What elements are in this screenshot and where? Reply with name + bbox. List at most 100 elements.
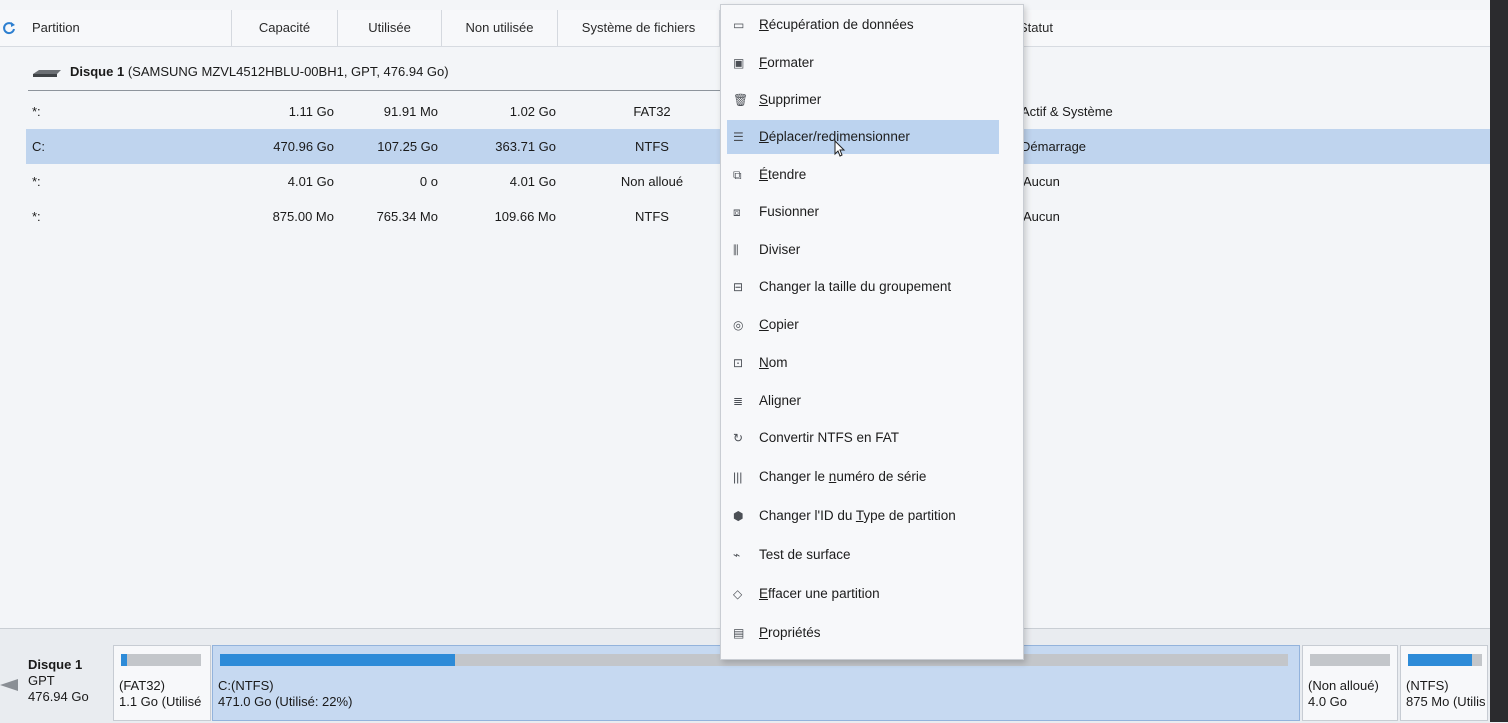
menu-item[interactable]: ⬢ Changer l'ID du Type de partition <box>727 499 999 533</box>
usage-bar <box>1408 654 1482 666</box>
disk-title: Disque 1 <box>70 64 125 79</box>
disk-map-type: GPT <box>28 673 55 688</box>
menu-item-label: Convertir NTFS en FAT <box>759 421 899 455</box>
menu-item[interactable]: ||| Changer le numéro de série <box>727 460 999 494</box>
menu-label-part: Fusionner <box>759 204 820 219</box>
data-recovery-icon: ▭ <box>733 18 745 32</box>
menu-label-part: Convertir NTFS en FAT <box>759 430 900 445</box>
cell-filesystem: FAT32 <box>633 104 671 119</box>
menu-label-part: Aligner <box>759 393 802 408</box>
menu-item[interactable]: ⊡ Nom <box>727 346 999 380</box>
format-icon: ▣ <box>733 56 745 70</box>
menu-item[interactable]: 🗑 Supprimer <box>727 83 999 117</box>
disk-map-size: 476.94 Go <box>28 689 89 704</box>
menu-label-part: Changer la taille du groupement <box>759 279 952 294</box>
align-icon: ≣ <box>733 394 744 408</box>
surface-test-icon: ⌁ <box>733 548 741 562</box>
menu-item[interactable]: ⫼ Diviser <box>727 233 999 267</box>
menu-item[interactable]: ▭ Récupération de données <box>727 8 999 42</box>
menu-label-part: Changer le <box>759 469 829 484</box>
refresh-icon[interactable] <box>2 21 16 35</box>
cell-used: 107.25 Go <box>377 139 438 154</box>
usage-bar <box>1310 654 1390 666</box>
menu-item-label: Changer la taille du groupement <box>759 270 951 304</box>
usage-fill <box>121 654 128 666</box>
menu-item[interactable]: ⧈ Fusionner <box>727 195 999 229</box>
menu-item-label: Aligner <box>759 384 801 418</box>
menu-mnemonic: E <box>759 586 769 601</box>
block-text: (Non alloué) 4.0 Go <box>1308 678 1379 710</box>
copy-icon: ◎ <box>733 318 744 332</box>
block-text: C:(NTFS) 471.0 Go (Utilisé: 22%) <box>218 678 352 710</box>
menu-item-label: Changer le numéro de série <box>759 460 926 494</box>
context-menu: ▭ Récupération de données ▣ Formater 🗑 Suppri… <box>720 4 1024 660</box>
col-filesystem[interactable]: Système de fichiers <box>558 10 720 46</box>
cell-status: Aucun <box>1023 209 1060 224</box>
label-icon: ⊡ <box>733 356 744 370</box>
menu-item[interactable]: ▤ Propriétés <box>727 616 999 650</box>
cell-capacity: 875.00 Mo <box>272 209 334 224</box>
col-status[interactable]: Statut <box>1010 10 1490 46</box>
disk-map-info[interactable]: Disque 1 GPT 476.94 Go <box>28 657 89 705</box>
menu-item-label: Nom <box>759 346 788 380</box>
disk-details: (SAMSUNG MZVL4512HBLU-00BH1, GPT, 476.94… <box>127 64 449 79</box>
cell-capacity: 1.11 Go <box>288 104 334 119</box>
menu-item[interactable]: ≣ Aligner <box>727 384 999 418</box>
window-edge <box>1490 0 1508 722</box>
cell-filesystem: NTFS <box>635 209 669 224</box>
cell-used: 91.91 Mo <box>383 104 438 119</box>
menu-label-part: tendre <box>768 167 807 182</box>
menu-item-label: Diviser <box>759 233 800 267</box>
partition-manager-window: Partition Capacité Utilisée Non utilisée… <box>0 0 1490 723</box>
menu-item-label: Changer l'ID du Type de partition <box>759 499 956 533</box>
menu-label-part: ormater <box>767 55 814 70</box>
menu-item[interactable]: ⧉ Étendre <box>727 158 999 192</box>
hard-disk-icon <box>33 70 61 77</box>
cell-filesystem: NTFS <box>635 139 669 154</box>
extend-icon: ⧉ <box>733 168 742 182</box>
menu-item-label: Effacer une partition <box>759 577 880 611</box>
menu-item[interactable]: ◎ Copier <box>727 308 999 342</box>
cell-unused: 109.66 Mo <box>494 209 556 224</box>
menu-item[interactable]: ⌁ Test de surface <box>727 538 999 572</box>
menu-item[interactable]: ▣ Formater <box>727 46 999 80</box>
menu-label-part: Diviser <box>759 242 801 257</box>
menu-item[interactable]: ↻ Convertir NTFS en FAT <box>727 421 999 455</box>
merge-icon: ⧈ <box>733 205 741 219</box>
usage-bar <box>121 654 201 666</box>
col-unused[interactable]: Non utilisée <box>442 10 558 46</box>
menu-label-part: Test de surface <box>759 547 851 562</box>
trash-icon: 🗑 <box>733 93 749 107</box>
diskmap-block-fat32[interactable]: (FAT32) 1.1 Go (Utilisé <box>113 645 211 721</box>
split-icon: ⫼ <box>733 243 739 257</box>
cell-status: Démarrage <box>1021 139 1087 154</box>
col-used[interactable]: Utilisée <box>338 10 442 46</box>
menu-item-label: Récupération de données <box>759 8 914 42</box>
menu-item[interactable]: ☰ Déplacer/redimensionner <box>727 120 999 154</box>
col-capacity[interactable]: Capacité <box>232 10 338 46</box>
block-size: 1.1 Go (Utilisé <box>119 694 202 709</box>
menu-label-part: opier <box>768 317 799 332</box>
diskmap-block-ntfs[interactable]: (NTFS) 875 Mo (Utilis <box>1400 645 1488 721</box>
menu-mnemonic: R <box>759 17 769 32</box>
disk-arrow-icon <box>0 679 18 691</box>
partition-type-icon: ⬢ <box>733 509 744 523</box>
menu-item-label: Copier <box>759 308 799 342</box>
menu-mnemonic: F <box>759 55 768 70</box>
cell-partition: *: <box>32 104 41 119</box>
menu-mnemonic: D <box>759 129 769 144</box>
cluster-size-icon: ⊟ <box>733 280 744 294</box>
menu-item[interactable]: ◇ Effacer une partition <box>727 577 999 611</box>
block-fs: C:(NTFS) <box>218 678 274 693</box>
disk-header-row[interactable]: Disque 1 (SAMSUNG MZVL4512HBLU-00BH1, GP… <box>28 56 728 91</box>
cell-capacity: 4.01 Go <box>287 174 334 189</box>
menu-item-label: Test de surface <box>759 538 851 572</box>
col-partition[interactable]: Partition <box>22 10 232 46</box>
cell-unused: 1.02 Go <box>509 104 556 119</box>
convert-icon: ↻ <box>733 431 744 445</box>
disk-map-name: Disque 1 <box>28 657 83 672</box>
diskmap-block-unallocated[interactable]: (Non alloué) 4.0 Go <box>1302 645 1398 721</box>
menu-item[interactable]: ⊟ Changer la taille du groupement <box>727 270 999 304</box>
cell-partition: *: <box>32 174 41 189</box>
block-text: (NTFS) 875 Mo (Utilis <box>1406 678 1485 710</box>
